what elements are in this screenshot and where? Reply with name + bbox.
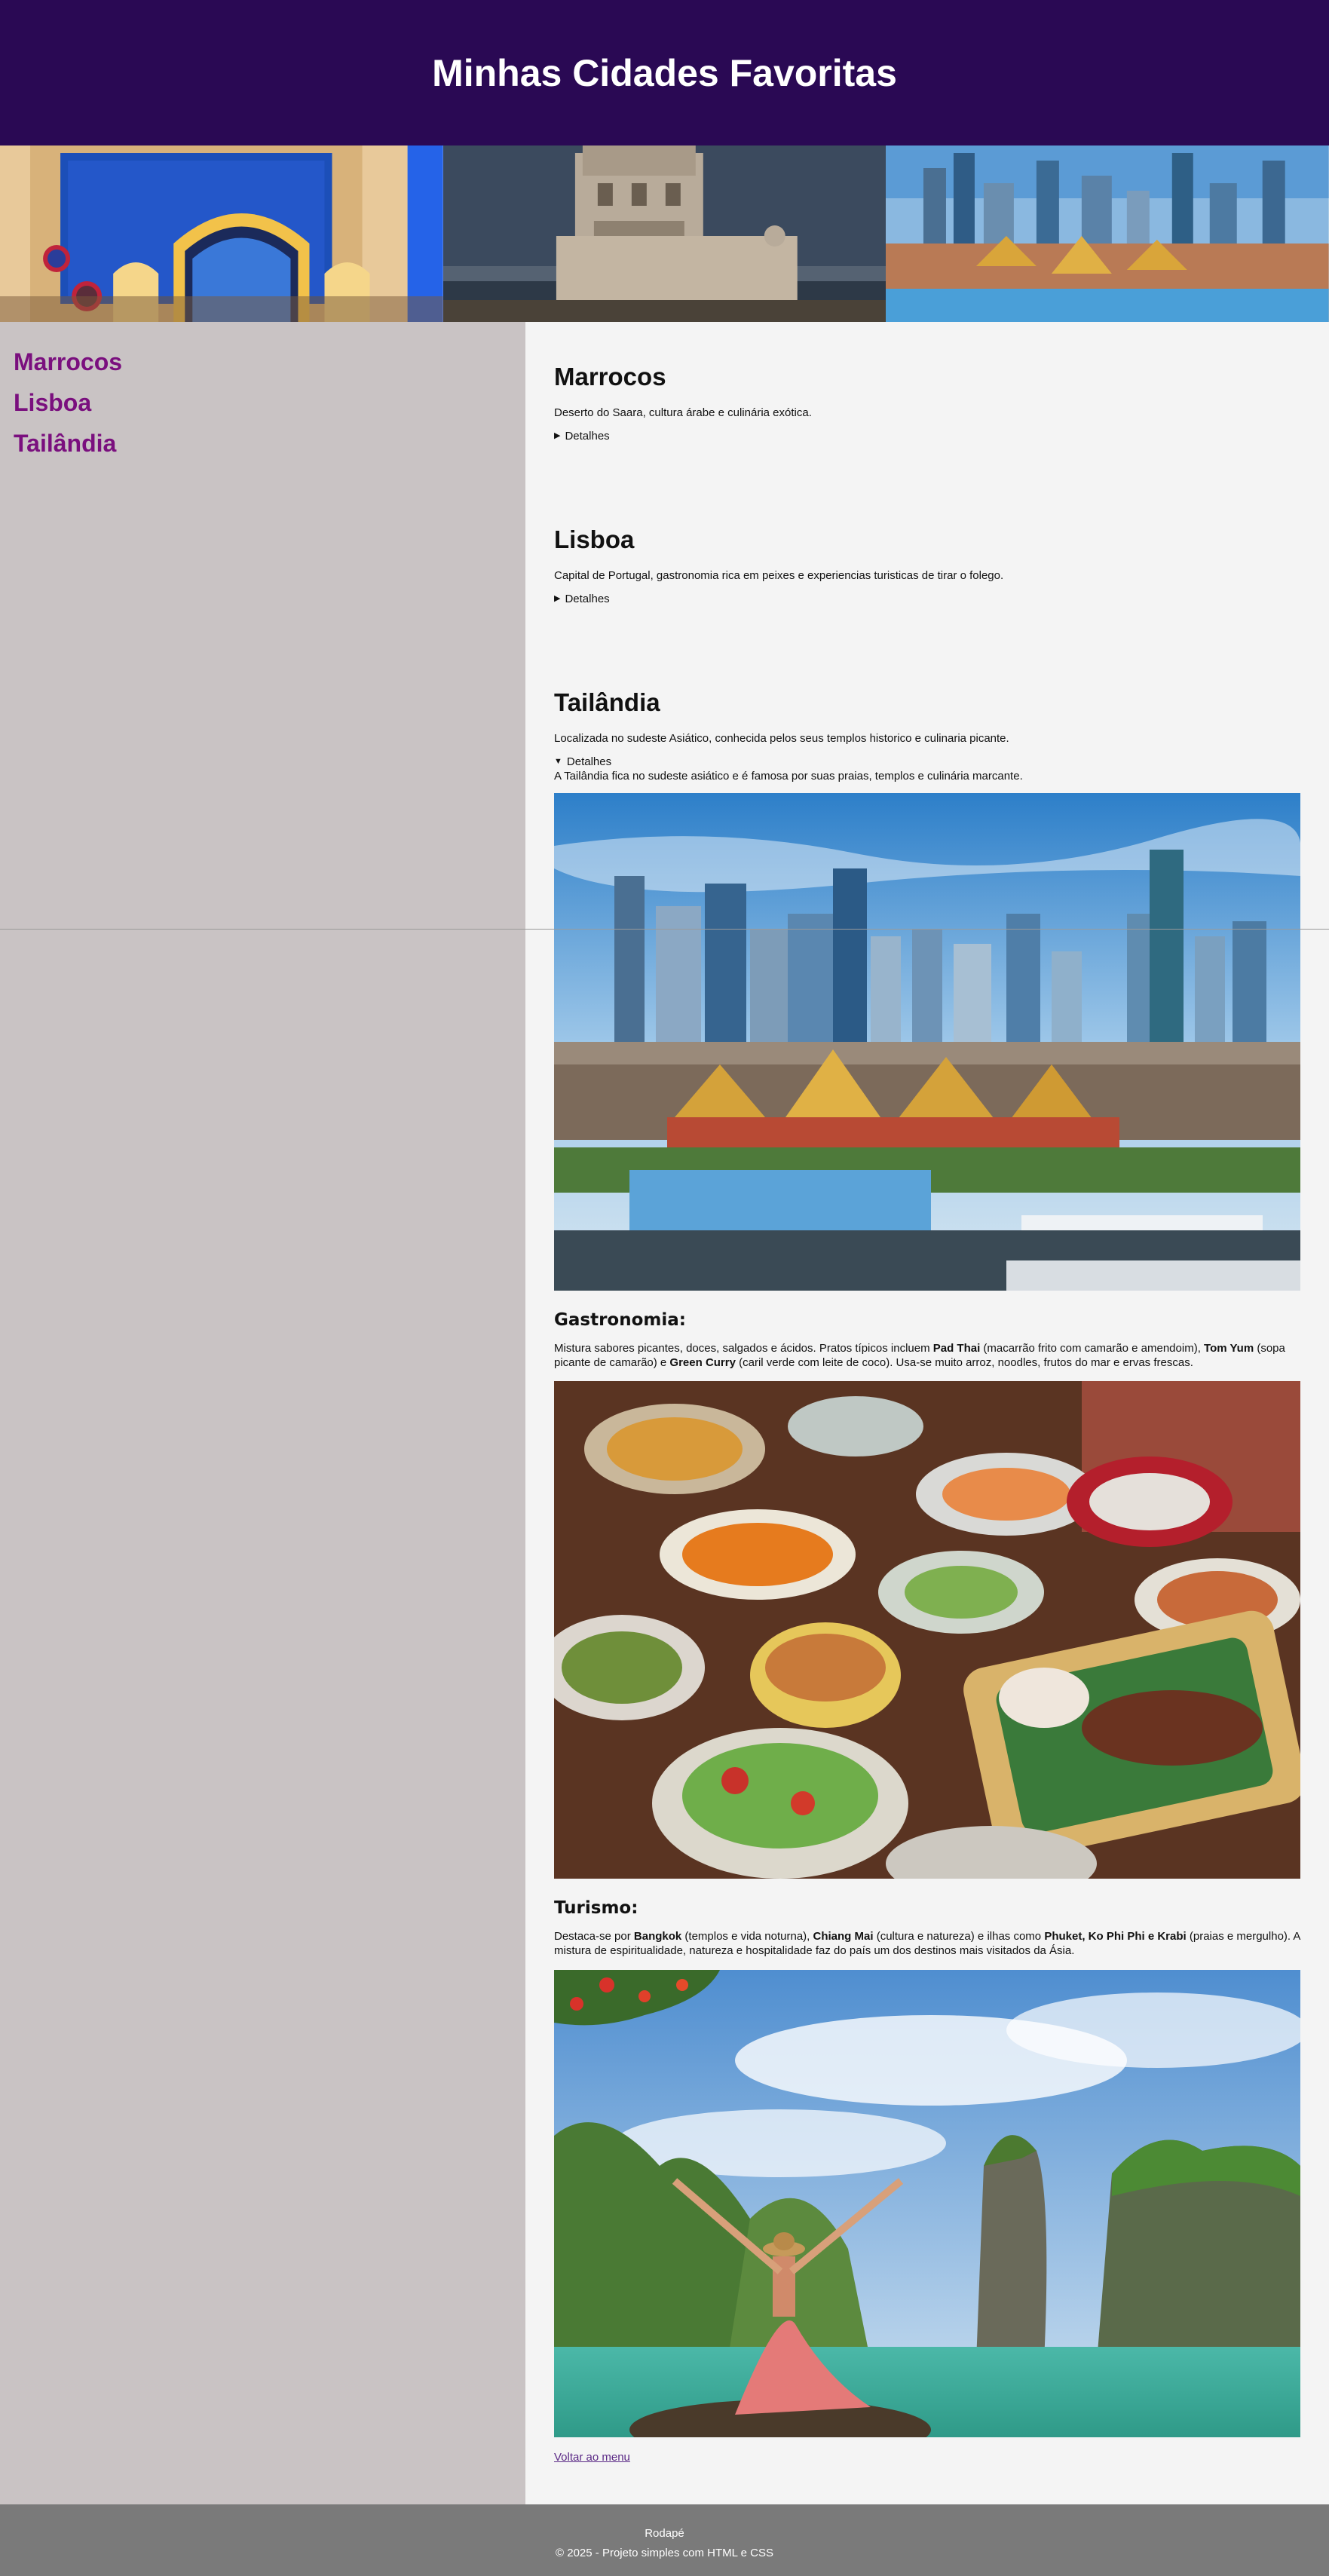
page-footer: Rodapé © 2025 - Projeto simples com HTML…: [0, 2504, 1329, 2576]
footer-copyright: © 2025 - Projeto simples com HTML e CSS: [556, 2547, 773, 2559]
sidebar-item-tailandia[interactable]: Tailândia: [14, 430, 525, 456]
bangkok-image: [554, 793, 1300, 1291]
turismo-text: Destaca-se por Bangkok (templos e vida n…: [554, 1930, 1300, 1957]
section-description: Capital de Portugal, gastronomia rica em…: [554, 569, 1004, 582]
section-title: Tailândia: [554, 688, 660, 716]
footer-title: Rodapé: [645, 2527, 684, 2540]
gastronomia-section: Gastronomia: Mistura sabores picantes, d…: [554, 1309, 1300, 1370]
triangle-right-icon: ▶: [554, 431, 561, 440]
details-toggle[interactable]: ▶ Detalhes: [554, 429, 1300, 443]
details-toggle[interactable]: ▼ Detalhes: [554, 755, 1300, 769]
triangle-down-icon: ▼: [554, 757, 562, 766]
food-image: [554, 1381, 1300, 1879]
section-tailandia: Tailândia Localizada no sudeste Asiático…: [554, 689, 1300, 783]
section-description: Localizada no sudeste Asiático, conhecid…: [554, 732, 1009, 745]
page-header: Minhas Cidades Favoritas: [0, 0, 1329, 145]
turismo-section: Turismo: Destaca-se por Bangkok (templos…: [554, 1898, 1300, 1958]
section-title: Marrocos: [554, 363, 666, 391]
details-label: Detalhes: [566, 755, 612, 768]
section-marrocos: Marrocos Deserto do Saara, cultura árabe…: [554, 363, 1300, 443]
triangle-right-icon: ▶: [554, 594, 561, 603]
sidebar: Marrocos Lisboa Tailândia: [0, 322, 525, 2504]
details-label: Detalhes: [565, 430, 610, 443]
banner: [0, 145, 1329, 322]
section-description: Deserto do Saara, cultura árabe e culiná…: [554, 406, 812, 419]
details-text: A Tailândia fica no sudeste asiático e é…: [554, 770, 1023, 783]
section-lisboa: Lisboa Capital de Portugal, gastronomia …: [554, 526, 1300, 606]
main-content: Marrocos Deserto do Saara, cultura árabe…: [525, 322, 1329, 2504]
sidebar-item-marrocos[interactable]: Marrocos: [14, 349, 525, 375]
details-label: Detalhes: [565, 593, 610, 605]
gastronomia-text: Mistura sabores picantes, doces, salgado…: [554, 1342, 1285, 1369]
page-title: Minhas Cidades Favoritas: [432, 51, 897, 94]
sidebar-item-lisboa[interactable]: Lisboa: [14, 390, 525, 415]
details-toggle[interactable]: ▶ Detalhes: [554, 592, 1300, 606]
section-title: Lisboa: [554, 525, 635, 553]
turismo-title: Turismo:: [554, 1898, 638, 1918]
back-to-menu-link[interactable]: Voltar ao menu: [554, 2451, 630, 2464]
gastronomia-title: Gastronomia:: [554, 1310, 686, 1330]
banner-image-lisboa: [442, 145, 887, 322]
beach-image: [554, 1970, 1300, 2437]
divider-line: [0, 929, 1329, 930]
banner-image-tailandia: [886, 145, 1329, 322]
banner-image-marrocos: [0, 145, 443, 322]
